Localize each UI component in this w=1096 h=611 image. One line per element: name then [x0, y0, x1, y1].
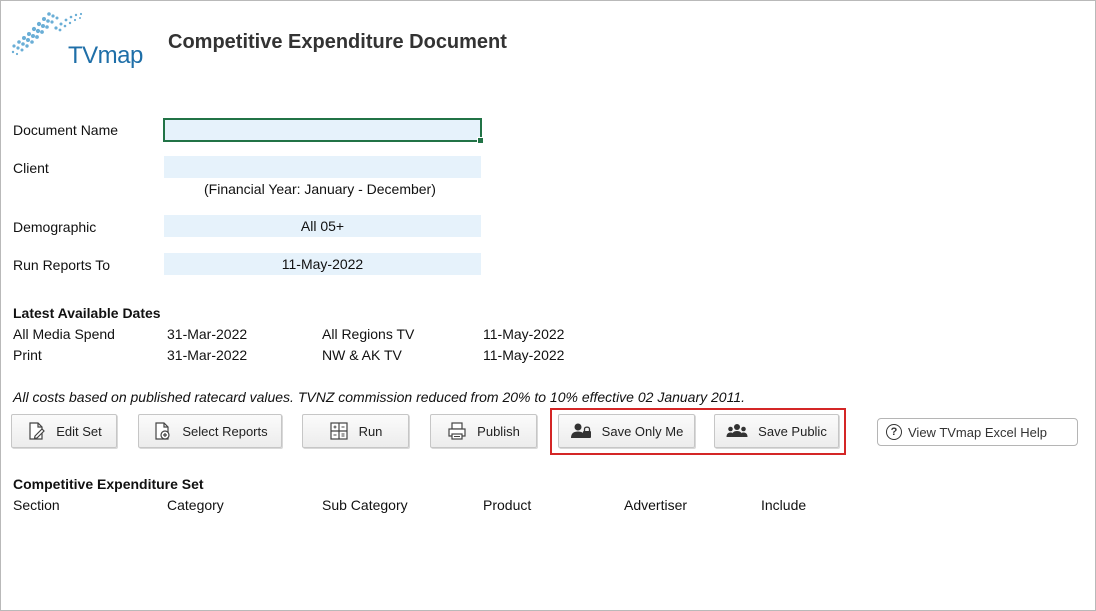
edit-document-icon [29, 422, 46, 440]
column-header-include: Include [761, 497, 807, 513]
demographic-field[interactable]: All 05+ [164, 215, 481, 237]
window-frame [0, 0, 1096, 611]
dates-row-label: All Regions TV [322, 326, 415, 342]
publish-button[interactable]: Publish [430, 414, 537, 448]
save-only-me-label: Save Only Me [601, 423, 684, 439]
document-name-label: Document Name [13, 122, 119, 138]
dates-row-date: 31-Mar-2022 [167, 347, 248, 363]
dates-row-label: All Media Spend [13, 326, 115, 342]
demographic-label: Demographic [13, 219, 97, 235]
dates-row-label: Print [13, 347, 42, 363]
select-reports-button[interactable]: Select Reports [138, 414, 282, 448]
view-help-button[interactable]: ? View TVmap Excel Help [877, 418, 1078, 446]
financial-year-note: (Financial Year: January - December) [204, 181, 436, 197]
help-question-icon: ? [886, 424, 902, 440]
private-user-icon [570, 423, 591, 438]
column-header-product: Product [483, 497, 532, 513]
latest-dates-heading: Latest Available Dates [13, 305, 161, 321]
run-button[interactable]: Run [302, 414, 409, 448]
printer-icon [448, 422, 466, 440]
edit-set-label: Edit Set [56, 423, 102, 439]
page-title: Competitive Expenditure Document [168, 31, 507, 53]
run-reports-to-field[interactable]: 11-May-2022 [164, 253, 481, 275]
dates-row-date: 11-May-2022 [483, 347, 565, 363]
save-only-me-button[interactable]: Save Only Me [558, 414, 695, 448]
select-reports-label: Select Reports [182, 423, 268, 439]
save-public-button[interactable]: Save Public [714, 414, 839, 448]
logo-text: TVmap [68, 42, 143, 69]
run-label: Run [358, 423, 383, 439]
column-header-category: Category [167, 497, 224, 513]
client-field[interactable] [164, 156, 481, 178]
publish-label: Publish [477, 423, 520, 439]
dates-row-date: 31-Mar-2022 [167, 326, 248, 342]
column-header-advertiser: Advertiser [624, 497, 688, 513]
column-header-section: Section [13, 497, 60, 513]
save-public-label: Save Public [758, 423, 827, 439]
group-users-icon [726, 424, 748, 437]
dates-row-label: NW & AK TV [322, 347, 402, 363]
view-help-label: View TVmap Excel Help [908, 424, 1047, 440]
add-report-icon [155, 422, 170, 440]
set-heading: Competitive Expenditure Set [13, 476, 204, 492]
run-grid-icon [329, 422, 348, 440]
edit-set-button[interactable]: Edit Set [11, 414, 117, 448]
tvmap-logo: TVmap [10, 8, 143, 70]
client-label: Client [13, 160, 49, 176]
document-name-field[interactable] [163, 118, 484, 144]
column-header-sub-category: Sub Category [322, 497, 408, 513]
cell-fill-handle[interactable] [477, 137, 484, 144]
run-reports-to-label: Run Reports To [13, 257, 111, 273]
ratecard-note: All costs based on published ratecard va… [13, 389, 746, 405]
dates-row-date: 11-May-2022 [483, 326, 565, 342]
